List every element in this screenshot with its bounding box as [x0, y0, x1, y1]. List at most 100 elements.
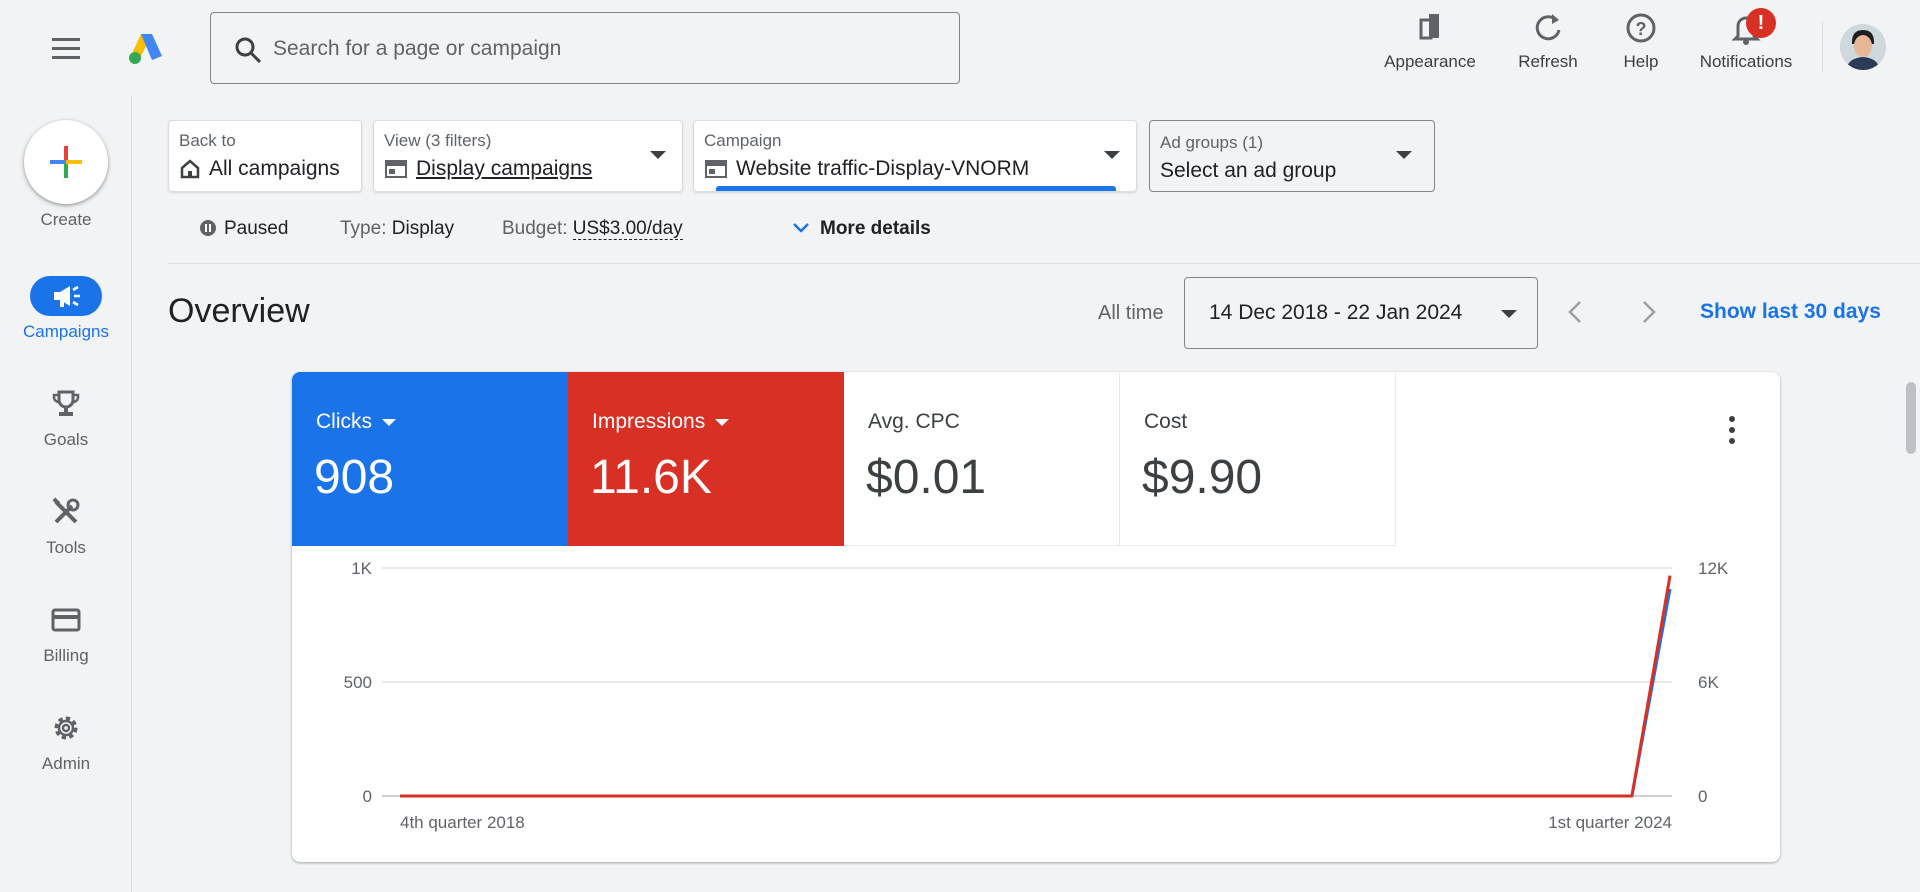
overview-card: Clicks 908 Impressions 11.6K Avg. CPC $0… [292, 372, 1780, 862]
metric-clicks[interactable]: Clicks 908 [292, 372, 568, 546]
metric-cost-label: Cost [1144, 410, 1188, 433]
account-avatar[interactable] [1840, 24, 1886, 70]
chevron-down-icon [1396, 151, 1412, 159]
status-paused: Paused [200, 218, 288, 240]
more-vert-icon [1729, 416, 1735, 422]
search-icon [235, 37, 262, 64]
page-title: Overview [168, 292, 310, 330]
metric-clicks-value: 908 [314, 451, 395, 504]
home-icon [180, 159, 200, 179]
refresh-button[interactable]: Refresh [1508, 8, 1588, 88]
help-icon: ? [1626, 13, 1656, 43]
metric-clicks-header: Clicks [316, 410, 396, 434]
plus-icon [50, 146, 82, 178]
hamburger-icon [52, 38, 80, 41]
header-divider [1822, 22, 1823, 72]
chevron-down-icon [1104, 151, 1120, 159]
top-bar: Appearance Refresh ? Help Notifications … [0, 0, 1920, 96]
appearance-button[interactable]: Appearance [1376, 8, 1484, 88]
main-menu-button[interactable] [44, 28, 88, 68]
nav-billing[interactable]: Billing [0, 600, 132, 666]
create-button[interactable] [24, 120, 108, 204]
back-to-main: All campaigns [179, 157, 340, 181]
type-value: Display [391, 218, 455, 239]
nav-tools[interactable]: Tools [0, 492, 132, 558]
status-paused-label: Paused [224, 218, 289, 239]
search-input[interactable] [273, 29, 933, 69]
nav-goals-pill [30, 384, 102, 424]
type-info: Type: Display [340, 218, 454, 240]
show-last-30-days-link[interactable]: Show last 30 days [1700, 300, 1881, 324]
help-label: Help [1623, 52, 1659, 71]
metric-avg-cpc-value: $0.01 [866, 451, 987, 504]
more-details-link[interactable]: More details [792, 218, 931, 240]
caret-down-icon [382, 418, 396, 426]
display-campaigns-label: Display campaigns [416, 157, 593, 180]
caret-down-icon [715, 418, 730, 426]
budget-label: Budget: [502, 218, 568, 239]
budget-value[interactable]: US$3.00/day [572, 218, 683, 240]
metric-avg-cpc[interactable]: Avg. CPC $0.01 [844, 372, 1120, 546]
google-ads-logo[interactable] [126, 28, 166, 68]
campaign-label: Campaign [704, 131, 782, 150]
page-scrollbar-thumb[interactable] [1906, 382, 1916, 454]
campaign-name: Website traffic-Display-VNORM [736, 157, 1030, 180]
search-box[interactable] [210, 12, 960, 84]
display-campaign-icon [705, 160, 727, 178]
date-range-value: 14 Dec 2018 - 22 Jan 2024 [1209, 301, 1463, 324]
ad-groups-dropdown[interactable]: Ad groups (1) Select an ad group [1149, 120, 1435, 192]
y-left-tick-label: 0 [363, 787, 372, 806]
notifications-button[interactable]: Notifications ! [1690, 8, 1802, 88]
chevron-right-icon [1643, 301, 1656, 323]
nav-tools-pill [30, 492, 102, 532]
date-range-label: All time [1098, 302, 1164, 324]
campaign-main: Website traffic-Display-VNORM [704, 157, 1029, 181]
nav-billing-label: Billing [43, 646, 89, 665]
back-to-label: Back to [179, 131, 236, 150]
back-to-all-campaigns[interactable]: Back to All campaigns [168, 120, 362, 192]
svg-text:?: ? [1636, 19, 1647, 39]
type-label: Type: [340, 218, 387, 239]
previous-period-button[interactable] [1556, 292, 1596, 332]
y-left-tick-label: 1K [351, 559, 372, 578]
nav-campaigns[interactable]: Campaigns [0, 276, 132, 342]
y-right-tick-label: 12K [1698, 559, 1729, 578]
hamburger-icon-line [52, 47, 80, 50]
view-filter-dropdown[interactable]: View (3 filters) Display campaigns [373, 120, 683, 192]
next-period-button[interactable] [1628, 292, 1668, 332]
view-filters-label: View (3 filters) [384, 131, 492, 150]
nav-admin[interactable]: Admin [0, 708, 132, 774]
chevron-down-icon [1501, 310, 1517, 318]
campaign-dropdown[interactable]: Campaign Website traffic-Display-VNORM [693, 120, 1137, 192]
notifications-label: Notifications [1699, 52, 1793, 71]
nav-billing-pill [30, 600, 102, 640]
metric-impressions-value: 11.6K [590, 451, 712, 504]
metric-cost[interactable]: Cost $9.90 [1120, 372, 1396, 546]
budget-info[interactable]: Budget: US$3.00/day [502, 218, 683, 240]
series-line-impressions [400, 575, 1672, 798]
more-options-button[interactable] [1712, 410, 1752, 450]
metric-impressions-header: Impressions [592, 410, 730, 434]
chevron-left-icon [1568, 301, 1581, 323]
performance-chart: 0 0 500 6K 1K 12K 4th quarter 2018 1st quarter … [344, 559, 1729, 832]
nav-campaigns-pill [30, 276, 102, 316]
chevron-down-icon [793, 223, 809, 233]
card-icon [51, 608, 81, 632]
appearance-label: Appearance [1384, 52, 1476, 71]
nav-goals[interactable]: Goals [0, 384, 132, 450]
view-main: Display campaigns [384, 157, 592, 181]
metric-impressions-label: Impressions [592, 410, 706, 433]
notification-badge: ! [1746, 8, 1776, 38]
nav-admin-pill [30, 708, 102, 748]
help-button[interactable]: ? Help [1616, 8, 1666, 88]
x-tick-label: 4th quarter 2018 [400, 813, 525, 832]
nav-tools-label: Tools [46, 538, 86, 557]
date-range-picker[interactable]: 14 Dec 2018 - 22 Jan 2024 [1184, 277, 1538, 349]
more-vert-icon-dot [1729, 427, 1735, 433]
ad-groups-label: Ad groups (1) [1160, 133, 1263, 152]
metric-impressions[interactable]: Impressions 11.6K [568, 372, 844, 546]
pause-icon [200, 220, 216, 236]
nav-goals-label: Goals [43, 430, 89, 449]
select-ad-group-label: Select an ad group [1160, 159, 1337, 182]
nav-admin-label: Admin [41, 754, 91, 773]
